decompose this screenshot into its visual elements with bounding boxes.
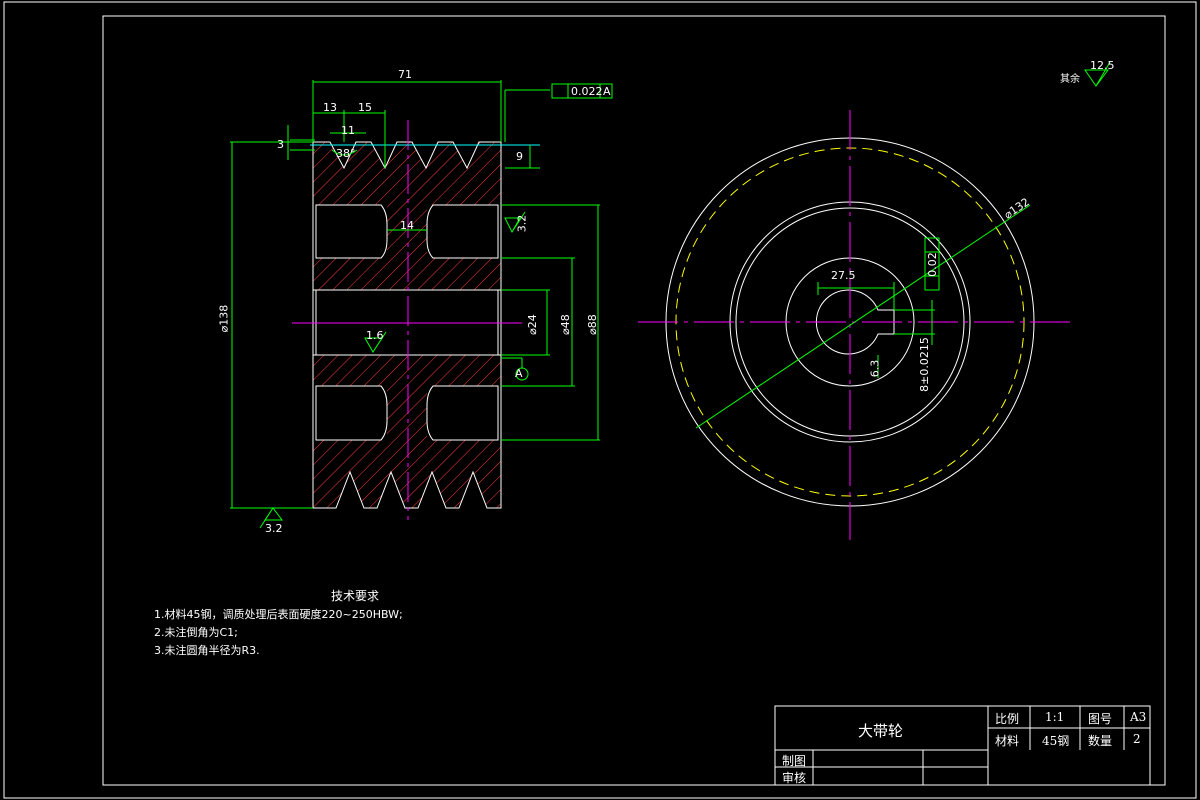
dim-6-3: 6.3 bbox=[868, 359, 882, 378]
roughness-32a: 3.2 bbox=[515, 214, 529, 233]
note-line-1: 1.材料45钢，调质处理后表面硬度220~250HBW; bbox=[154, 608, 403, 621]
dim-angle: 38° bbox=[336, 147, 356, 160]
dim-dia138: ⌀138 bbox=[217, 304, 231, 333]
dim-13: 13 bbox=[323, 101, 337, 114]
dim-dia48: ⌀48 bbox=[558, 314, 572, 335]
drawing-canvas bbox=[3, 1, 1197, 799]
material-value: 45钢 bbox=[1042, 734, 1070, 748]
dim-key-slot: 8±0.0215 bbox=[917, 337, 931, 392]
dim-11: 11 bbox=[341, 124, 355, 137]
sym-value: 0.02 bbox=[925, 252, 939, 277]
scale-label: 比例 bbox=[995, 712, 1020, 726]
qty-value: 2 bbox=[1133, 732, 1141, 746]
qty-label: 数量 bbox=[1088, 734, 1113, 748]
dim-27-5: 27.5 bbox=[831, 269, 856, 282]
runout-datum: A bbox=[603, 85, 611, 98]
section-view bbox=[230, 80, 613, 529]
drawn-label: 制图 bbox=[782, 754, 807, 768]
dim-14: 14 bbox=[400, 219, 414, 232]
dim-3: 3 bbox=[277, 138, 284, 151]
roughness-32b: 3.2 bbox=[265, 522, 283, 535]
drawing-no-value: A3 bbox=[1130, 710, 1147, 724]
roughness-125: 12.5 bbox=[1090, 59, 1115, 72]
part-name: 大带轮 bbox=[858, 722, 904, 740]
note-line-2: 2.未注倒角为C1; bbox=[154, 626, 238, 639]
datum-a: A bbox=[515, 367, 523, 380]
checked-label: 审核 bbox=[782, 771, 807, 785]
notes-heading: 技术要求 bbox=[331, 589, 380, 603]
dim-dia24: ⌀24 bbox=[525, 314, 539, 335]
dim-15: 15 bbox=[358, 101, 372, 114]
drawing-no-label: 图号 bbox=[1088, 712, 1113, 726]
runout-value: 0.022 bbox=[571, 85, 603, 98]
roughness-16: 1.6 bbox=[366, 329, 384, 342]
end-view bbox=[638, 110, 1070, 540]
dim-9: 9 bbox=[516, 150, 523, 163]
roughness-rest: 其余 bbox=[1060, 74, 1080, 85]
scale-value: 1:1 bbox=[1045, 710, 1065, 724]
material-label: 材料 bbox=[995, 734, 1020, 748]
note-line-3: 3.未注圆角半径为R3. bbox=[154, 644, 260, 657]
dim-71: 71 bbox=[398, 68, 412, 81]
dim-dia88: ⌀88 bbox=[585, 314, 599, 335]
